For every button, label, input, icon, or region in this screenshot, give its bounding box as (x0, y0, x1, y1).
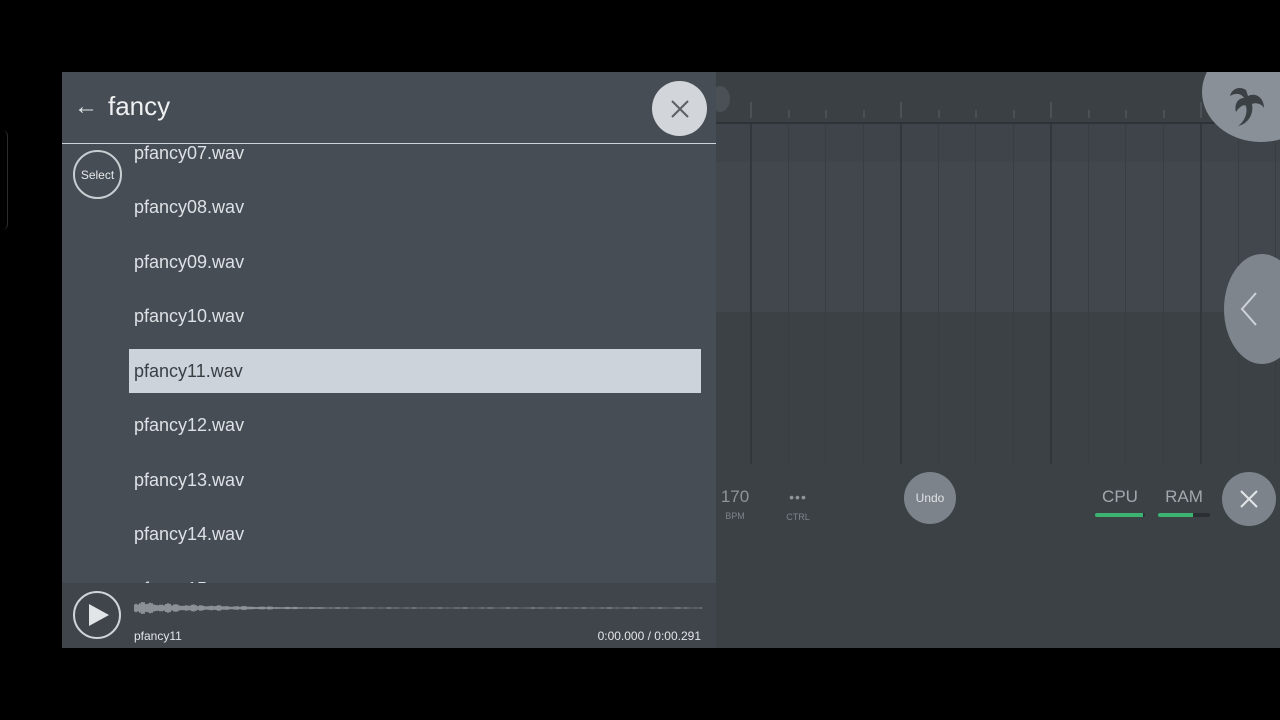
cpu-meter: CPU (1095, 487, 1145, 517)
close-x-icon (1240, 490, 1258, 508)
grid-line (750, 124, 752, 464)
ctrl-button[interactable]: ••• CTRL (780, 490, 816, 522)
close-x-icon (670, 99, 689, 118)
preview-time: 0:00.000 / 0:00.291 (597, 629, 701, 643)
grid-line (1050, 124, 1052, 464)
grid-band (716, 124, 1280, 162)
arrow-left-icon[interactable]: ← (74, 94, 98, 120)
ram-label: RAM (1165, 487, 1203, 506)
fruit-logo-icon (1230, 88, 1264, 126)
left-edge-handle (0, 130, 8, 230)
grid-line (1087, 124, 1089, 464)
preview-file-name: pfancy11 (134, 629, 182, 643)
cpu-bar-fill (1095, 513, 1143, 517)
close-app-button[interactable] (1222, 472, 1276, 526)
search-header: ← fancy (62, 72, 716, 144)
timeline-tick (1125, 110, 1127, 118)
timeline-tick (900, 102, 902, 118)
timeline-ruler[interactable] (716, 72, 1280, 124)
file-list-item[interactable]: pfancy12.wav (129, 404, 701, 448)
timeline-tick (1162, 110, 1165, 118)
timeline-tick (825, 110, 827, 118)
grid-line (1162, 124, 1164, 464)
timeline-tick (750, 102, 752, 118)
undo-button[interactable]: Undo (904, 472, 956, 524)
timeline-tick (975, 110, 977, 118)
tempo-display[interactable]: 170 BPM (718, 487, 752, 521)
file-list[interactable]: Select pfancy07.wav pfancy08.wav pfancy09.… (62, 145, 716, 583)
grid-line (937, 124, 939, 464)
grid-band (716, 312, 1280, 464)
bpm-value: 170 (720, 487, 750, 506)
more-dots-icon: ••• (789, 489, 807, 505)
timeline-tick (1012, 110, 1015, 118)
playlist-workspace (716, 72, 1280, 648)
play-icon (89, 604, 109, 626)
grid-line (787, 124, 789, 464)
timeline-tick (862, 110, 865, 118)
grid-line (1125, 124, 1126, 464)
file-list-item[interactable]: pfancy07.wav (129, 145, 701, 175)
timeline-tick (937, 110, 940, 118)
file-list-item[interactable]: pfancy11.wav (129, 349, 701, 393)
close-search-button[interactable] (652, 81, 707, 136)
search-query[interactable]: fancy (108, 91, 170, 122)
ram-bar (1158, 513, 1210, 517)
grid-line (900, 124, 902, 464)
file-list-item[interactable]: pfancy09.wav (129, 240, 701, 284)
file-list-item[interactable]: pfancy14.wav (129, 513, 701, 557)
grid-line (1200, 124, 1202, 464)
playlist-grid[interactable] (716, 124, 1280, 464)
preview-player: pfancy11 0:00.000 / 0:00.291 (62, 583, 716, 648)
cpu-label: CPU (1102, 487, 1138, 506)
ram-bar-fill (1158, 513, 1194, 517)
grid-line (1012, 124, 1014, 464)
grid-line (825, 124, 826, 464)
cpu-bar (1095, 513, 1145, 517)
bpm-label: BPM (725, 511, 745, 521)
song-position-marker[interactable] (716, 86, 730, 112)
timeline-tick (1200, 102, 1202, 118)
grid-band (716, 162, 1280, 312)
ctrl-label: CTRL (786, 512, 810, 522)
timeline-tick (787, 110, 790, 118)
play-button[interactable] (73, 591, 121, 639)
waveform-path (134, 602, 702, 614)
file-list-item[interactable]: pfancy13.wav (129, 458, 701, 502)
grid-line (862, 124, 864, 464)
waveform-display[interactable] (134, 599, 702, 617)
file-list-item[interactable]: pfancy08.wav (129, 186, 701, 230)
chevron-left-icon (1240, 292, 1257, 326)
browser-search-panel: ← fancy Select pfancy07.wav pfancy08.wav p… (62, 72, 716, 648)
timeline-tick (1087, 110, 1090, 118)
select-button[interactable]: Select (73, 150, 122, 199)
timeline-tick (1050, 102, 1052, 118)
ram-meter: RAM (1158, 487, 1210, 517)
grid-line (975, 124, 976, 464)
file-list-item[interactable]: pfancy10.wav (129, 295, 701, 339)
file-list-item[interactable]: pfancy15.wav (129, 567, 701, 584)
